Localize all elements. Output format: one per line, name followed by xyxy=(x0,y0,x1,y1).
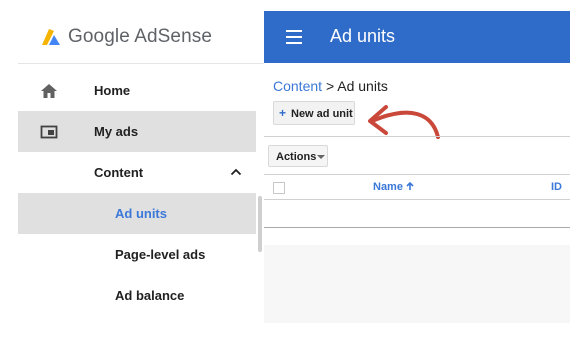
hamburger-icon[interactable] xyxy=(286,30,302,44)
breadcrumb-link-content[interactable]: Content xyxy=(273,78,322,94)
page-title: Ad units xyxy=(330,26,396,46)
home-icon xyxy=(41,84,57,98)
chevron-up-icon[interactable] xyxy=(230,166,242,178)
dropdown-caret-icon xyxy=(317,155,325,159)
sidebar-item-label: Page-level ads xyxy=(115,247,206,262)
main-scrollbar[interactable] xyxy=(562,11,570,323)
sidebar-scrollbar[interactable] xyxy=(258,196,262,252)
table-top-divider xyxy=(264,174,570,175)
sidebar: Google AdSense Home My ads Content Ad un… xyxy=(0,0,264,348)
sort-ascending-icon xyxy=(406,181,414,190)
breadcrumb-separator: > xyxy=(325,78,335,94)
sidebar-item-my-ads[interactable]: My ads xyxy=(18,111,256,152)
actions-label: Actions xyxy=(276,151,317,163)
column-header-id[interactable]: ID xyxy=(551,181,562,193)
sidebar-item-home[interactable]: Home xyxy=(18,70,256,111)
sidebar-item-label: Ad units xyxy=(115,206,167,221)
sidebar-item-label: Ad balance xyxy=(115,288,185,303)
sidebar-item-page-level-ads[interactable]: Page-level ads xyxy=(18,234,256,275)
breadcrumb: Content > Ad units xyxy=(273,78,388,94)
sidebar-item-label: Content xyxy=(94,165,144,180)
breadcrumb-current: Ad units xyxy=(337,78,388,94)
sidebar-item-ad-balance[interactable]: Ad balance xyxy=(18,275,256,316)
adsense-logo-icon xyxy=(42,29,60,45)
red-arrow-annotation xyxy=(368,105,440,139)
sidebar-item-content[interactable]: Content xyxy=(18,152,256,193)
table-header-divider xyxy=(264,199,570,200)
ad-unit-icon xyxy=(40,125,58,139)
column-name-label: Name xyxy=(373,181,403,193)
select-all-checkbox[interactable] xyxy=(273,182,285,194)
new-ad-unit-label: New ad unit xyxy=(291,108,353,120)
sidebar-item-label: Home xyxy=(94,83,131,98)
plus-icon: + xyxy=(279,106,287,120)
column-header-name[interactable]: Name xyxy=(373,181,414,193)
actions-dropdown[interactable]: Actions xyxy=(268,145,328,167)
top-app-bar: Ad units xyxy=(264,11,570,63)
sidebar-item-label: My ads xyxy=(94,124,139,139)
new-ad-unit-button[interactable]: + New ad unit xyxy=(273,101,355,125)
toolbar-divider xyxy=(264,136,570,137)
table-header: Name ID xyxy=(264,177,570,199)
table-bottom-divider xyxy=(264,227,570,228)
brand-header: Google AdSense xyxy=(18,11,264,64)
brand-name[interactable]: Google AdSense xyxy=(68,26,212,48)
main-panel: Ad units Content > Ad units + New ad uni… xyxy=(264,11,570,323)
sidebar-item-ad-units[interactable]: Ad units xyxy=(18,193,256,234)
